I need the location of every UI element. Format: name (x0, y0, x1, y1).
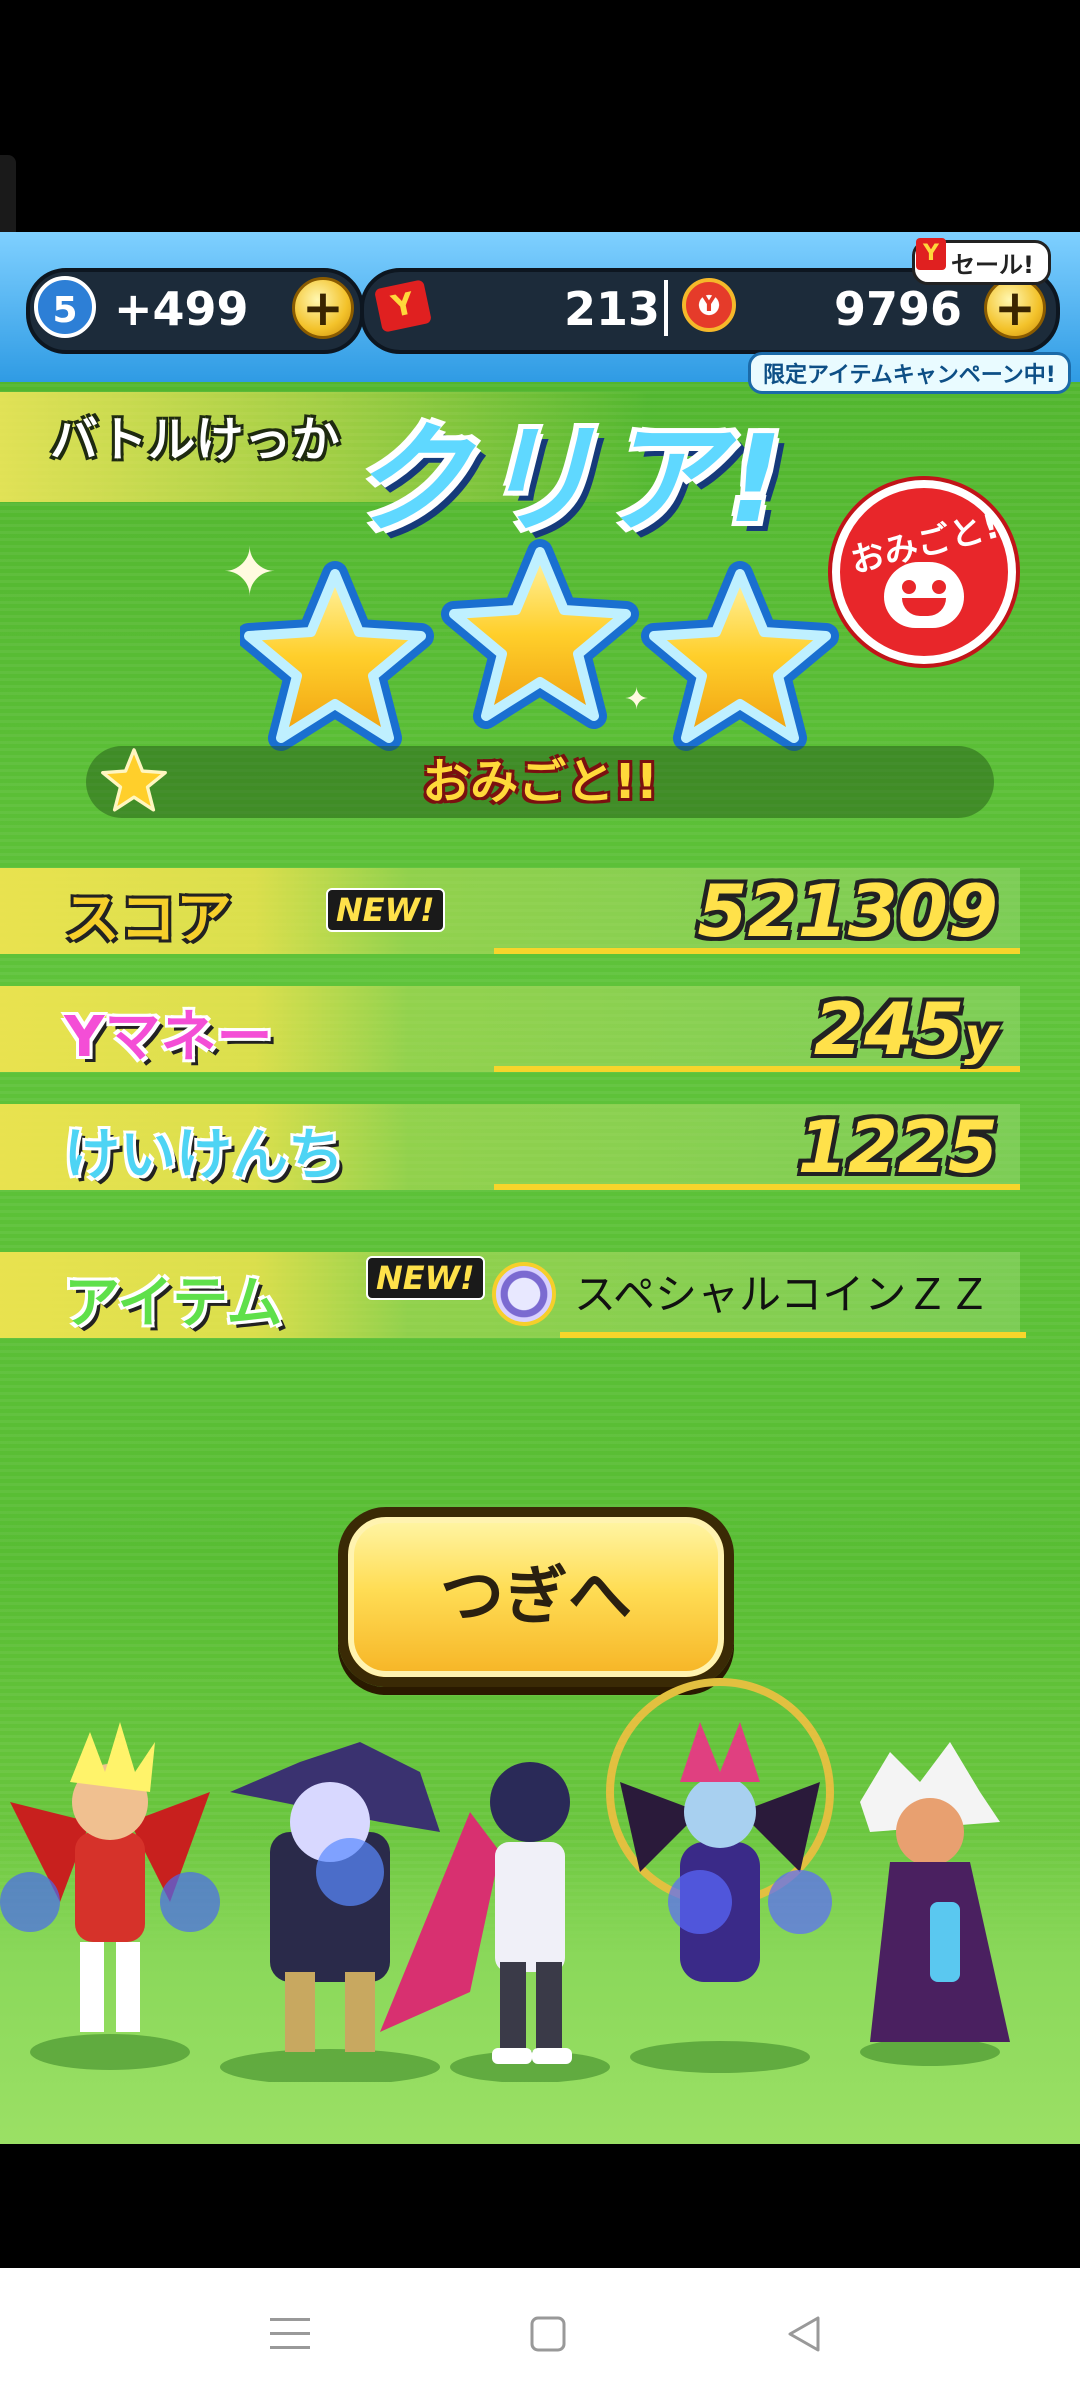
row-underline (560, 1332, 1026, 1338)
exp-label: けいけんち (64, 1123, 344, 1188)
stamp-eye (902, 580, 916, 594)
add-stamina-button[interactable]: + (292, 277, 354, 339)
item-name[interactable]: スペシャルコインＺＺ (574, 1266, 990, 1324)
stamina-pill: 5 +499 + (26, 268, 364, 354)
next-button-label: つぎへ (440, 1560, 632, 1634)
score-value: 521309 (697, 869, 998, 953)
money-label: Yマネー (64, 1005, 273, 1070)
score-label: スコア (64, 887, 232, 952)
add-coins-button[interactable]: + (984, 277, 1046, 339)
battle-result-label: バトルけっか (50, 412, 340, 468)
star-2-icon (441, 539, 639, 729)
system-nav-bar (0, 2268, 1080, 2400)
star-3-icon (641, 561, 839, 751)
money-value-group: 245y (814, 986, 998, 1080)
score-new-badge: NEW! (326, 888, 445, 932)
yokai-red-wing-icon (0, 1722, 220, 2070)
exp-value: 1225 (797, 1105, 998, 1189)
nav-home-button[interactable] (510, 2296, 586, 2372)
back-triangle-icon (788, 2316, 820, 2352)
money-row: Yマネー 245y (0, 986, 1020, 1072)
special-coin-icon (492, 1262, 556, 1326)
top-status-bar: 5 +499 + Y 213 Y 9796 + セール! Y 限定アイテムキャン… (0, 232, 1080, 394)
yokai-white-hair-icon (860, 1742, 1010, 2066)
grade-text: おみごと!! (422, 754, 658, 810)
omigoto-stamp: おみごと! (832, 480, 1016, 664)
rating-stars (240, 539, 839, 751)
currency-divider (664, 280, 668, 336)
item-row: アイテム NEW! スペシャルコインＺＺ (0, 1252, 1026, 1338)
yokai-demon-lord-icon (606, 1678, 834, 2073)
money-unit: y (964, 1007, 998, 1067)
yokai-dark-armor-icon (220, 1742, 440, 2082)
nav-menu-button[interactable] (252, 2296, 328, 2372)
yokai-medal-icon: Y (682, 278, 736, 332)
sale-y-icon: Y (916, 238, 946, 270)
coin-count: 9796 (834, 282, 963, 336)
stamp-face-icon (884, 562, 964, 628)
item-new-badge: NEW! (366, 1256, 485, 1300)
next-button[interactable]: つぎへ (338, 1507, 734, 1687)
clear-title: クリア! (350, 411, 789, 550)
ticket-count: 213 (564, 282, 661, 336)
star-1-icon (240, 561, 434, 751)
menu-icon (270, 2318, 310, 2349)
stamina-value: +499 (114, 282, 249, 336)
exp-row: けいけんち 1225 (0, 1104, 1020, 1190)
nav-back-button[interactable] (766, 2296, 842, 2372)
stamp-eye (932, 580, 946, 594)
score-row: スコア NEW! 521309 (0, 868, 1020, 954)
money-value: 245 (813, 987, 965, 1071)
campaign-banner[interactable]: 限定アイテムキャンペーン中! (748, 352, 1071, 394)
y-ticket-icon: Y (373, 279, 433, 333)
stamp-mouth (902, 598, 946, 616)
item-label: アイテム (64, 1271, 283, 1336)
battle-result-screen: 5 +499 + Y 213 Y 9796 + セール! Y 限定アイテムキャン… (0, 232, 1080, 2144)
character-lineup (0, 1678, 1010, 2082)
level-badge-icon: 5 (34, 276, 96, 338)
square-icon (530, 2316, 566, 2352)
